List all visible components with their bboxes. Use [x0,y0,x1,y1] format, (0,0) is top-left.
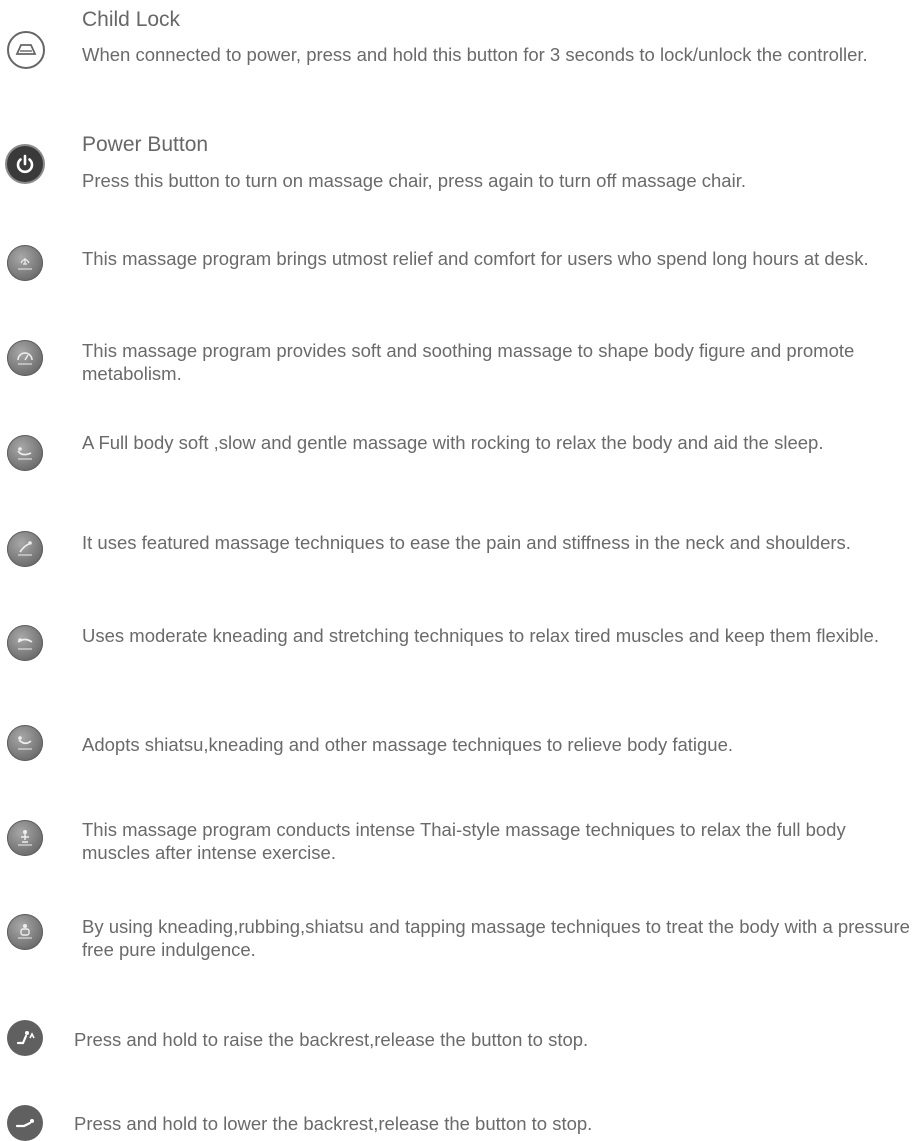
power-button-title: Power Button [82,133,209,156]
neck-shoulder-program-icon [7,531,43,567]
program-description: This massage program brings utmost relie… [82,248,869,269]
program-description: This massage program provides soft and s… [82,340,855,384]
fatigue-relief-program-icon [7,725,43,761]
power-icon [7,146,43,182]
program-description: A Full body soft ,slow and gentle massag… [82,432,824,453]
backrest-down-icon [7,1105,43,1141]
program-description: This massage program conducts intense Th… [82,819,846,863]
backrest-down-description: Press and hold to lower the backrest,rel… [74,1113,593,1134]
thai-massage-program-icon [7,820,43,856]
stretch-program-icon [7,625,43,661]
child-lock-icon [7,31,45,69]
program-description: Adopts shiatsu,kneading and other massag… [82,734,734,755]
program-description: Uses moderate kneading and stretching te… [82,625,879,646]
backrest-up-icon [7,1020,43,1056]
power-button-description: Press this button to turn on massage cha… [82,170,746,191]
sleep-program-icon [7,435,43,471]
child-lock-title: Child Lock [82,8,181,31]
desk-relief-program-icon [7,245,43,281]
pressure-free-program-icon [7,914,43,950]
program-description: It uses featured massage techniques to e… [82,532,851,553]
body-shaping-program-icon [7,340,43,376]
backrest-up-description: Press and hold to raise the backrest,rel… [74,1029,589,1050]
child-lock-description: When connected to power, press and hold … [82,44,868,65]
program-description: By using kneading,rubbing,shiatsu and ta… [82,916,910,960]
